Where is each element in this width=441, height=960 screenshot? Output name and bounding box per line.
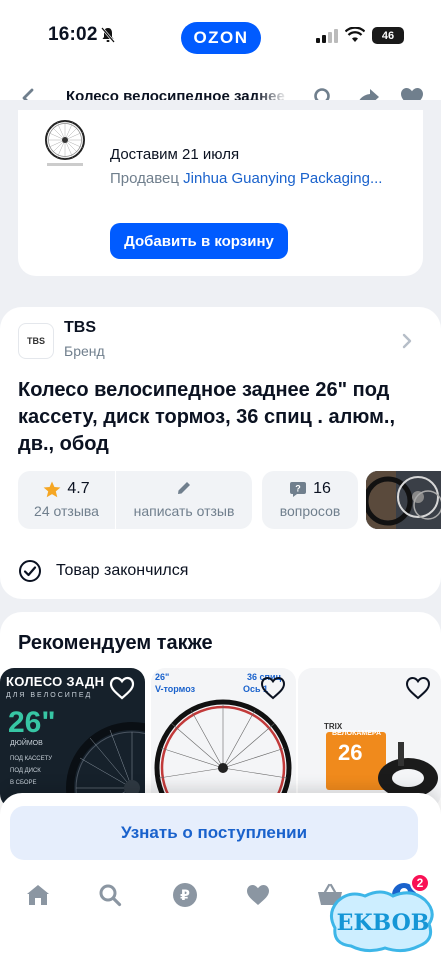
write-review-label: написать отзыв	[133, 503, 235, 519]
tab-finance[interactable]: ₽	[171, 881, 199, 909]
favorite-heart-icon[interactable]	[260, 676, 286, 700]
chevron-right-icon[interactable]	[400, 333, 414, 349]
seller-label: Продавец	[110, 170, 179, 187]
rec1-bullet: ПОД КАССЕТУ	[10, 756, 53, 762]
search-icon	[99, 884, 122, 907]
rating-chip[interactable]: 4.7 24 отзыва	[18, 471, 115, 529]
brand-name[interactable]: TBS	[64, 319, 96, 337]
rec2-tag: 26"	[155, 672, 170, 682]
status-bar: 16:02 OZON 46	[0, 0, 441, 70]
delivery-card: Доставим 21 июля Продавец Jinhua Guanyin…	[18, 110, 423, 276]
rec1-title: КОЛЕСО ЗАДН	[6, 674, 105, 689]
recommendations-title: Рекомендуем также	[18, 632, 213, 654]
rec3-label: ВЕЛОКАМЕРА	[332, 730, 382, 737]
product-card: TBS TBS Бренд Колесо велосипедное заднее…	[0, 307, 441, 599]
recommendation-card-3[interactable]: TRIX ВЕЛОКАМЕРА 26	[298, 668, 441, 808]
rec1-size: 26"	[8, 706, 56, 739]
wifi-icon	[345, 27, 365, 42]
notify-availability-button[interactable]: Узнать о поступлении	[10, 806, 418, 860]
rating-value: 4.7	[67, 480, 90, 497]
rec1-wheel-image	[66, 722, 145, 808]
review-photo	[366, 471, 441, 529]
star-icon	[43, 481, 61, 497]
delivery-section: Доставим 21 июля Продавец Jinhua Guanyin…	[0, 100, 441, 294]
questions-chip[interactable]: ? 16 вопросов	[262, 471, 358, 529]
brand-logo-text: TBS	[27, 336, 45, 346]
product-title: Колесо велосипедное заднее 26" под кассе…	[18, 379, 396, 455]
rec1-unit: ДЮЙМОВ	[10, 740, 43, 747]
recommendation-card-1[interactable]: КОЛЕСО ЗАДН ДЛЯ ВЕЛОСИПЕД 26" ДЮЙМОВ ПОД…	[0, 668, 145, 808]
status-time: 16:02	[48, 24, 98, 45]
pencil-icon	[178, 482, 190, 494]
tab-home[interactable]	[24, 881, 52, 909]
questions-label: вопросов	[279, 503, 341, 519]
heart-icon	[247, 885, 269, 905]
rec1-bullet: В СБОРЕ	[10, 780, 37, 786]
write-review-chip[interactable]: написать отзыв	[116, 471, 252, 529]
stock-status-text: Товар закончился	[56, 562, 189, 579]
battery-indicator: 46	[372, 27, 404, 44]
tab-search[interactable]	[96, 881, 124, 909]
review-photo-thumbnail[interactable]	[366, 471, 441, 529]
favorite-heart-icon[interactable]	[405, 676, 431, 700]
tab-favorites[interactable]	[244, 881, 272, 909]
home-icon	[27, 885, 49, 905]
reviews-count: 24 отзыва	[34, 503, 99, 519]
delivery-date: Доставим 21 июля	[110, 146, 240, 163]
question-bubble-icon: ?	[290, 481, 307, 497]
bell-off-icon	[101, 27, 115, 43]
svg-text:₽: ₽	[180, 888, 190, 904]
product-thumbnail[interactable]	[43, 118, 87, 170]
stock-status: Товар закончился	[18, 559, 188, 583]
check-circle-icon	[19, 560, 41, 582]
seller-link[interactable]: Jinhua Guanying Packaging...	[183, 170, 382, 187]
signal-icon	[316, 29, 338, 43]
ozon-logo: OZON	[181, 22, 261, 54]
questions-count: 16	[313, 480, 331, 497]
watermark-text: EKBOB	[337, 910, 430, 936]
favorite-heart-icon[interactable]	[109, 676, 135, 700]
ruble-coin-icon: ₽	[173, 883, 197, 907]
ekbob-watermark-logo: EKBOB	[330, 890, 434, 953]
rec1-bullet: ПОД ДИСК	[10, 768, 41, 774]
brand-logo[interactable]: TBS	[18, 323, 54, 359]
svg-text:?: ?	[295, 483, 301, 493]
brand-caption: Бренд	[64, 343, 105, 359]
recommendation-card-2[interactable]: 26" V-тормоз 36 спиц Ось 1	[151, 668, 296, 808]
rec3-size: 26	[338, 740, 363, 765]
add-to-cart-button[interactable]: Добавить в корзину	[110, 223, 288, 259]
rec2-tag: V-тормоз	[155, 684, 196, 694]
seller-info: Продавец Jinhua Guanying Packaging...	[110, 170, 382, 187]
